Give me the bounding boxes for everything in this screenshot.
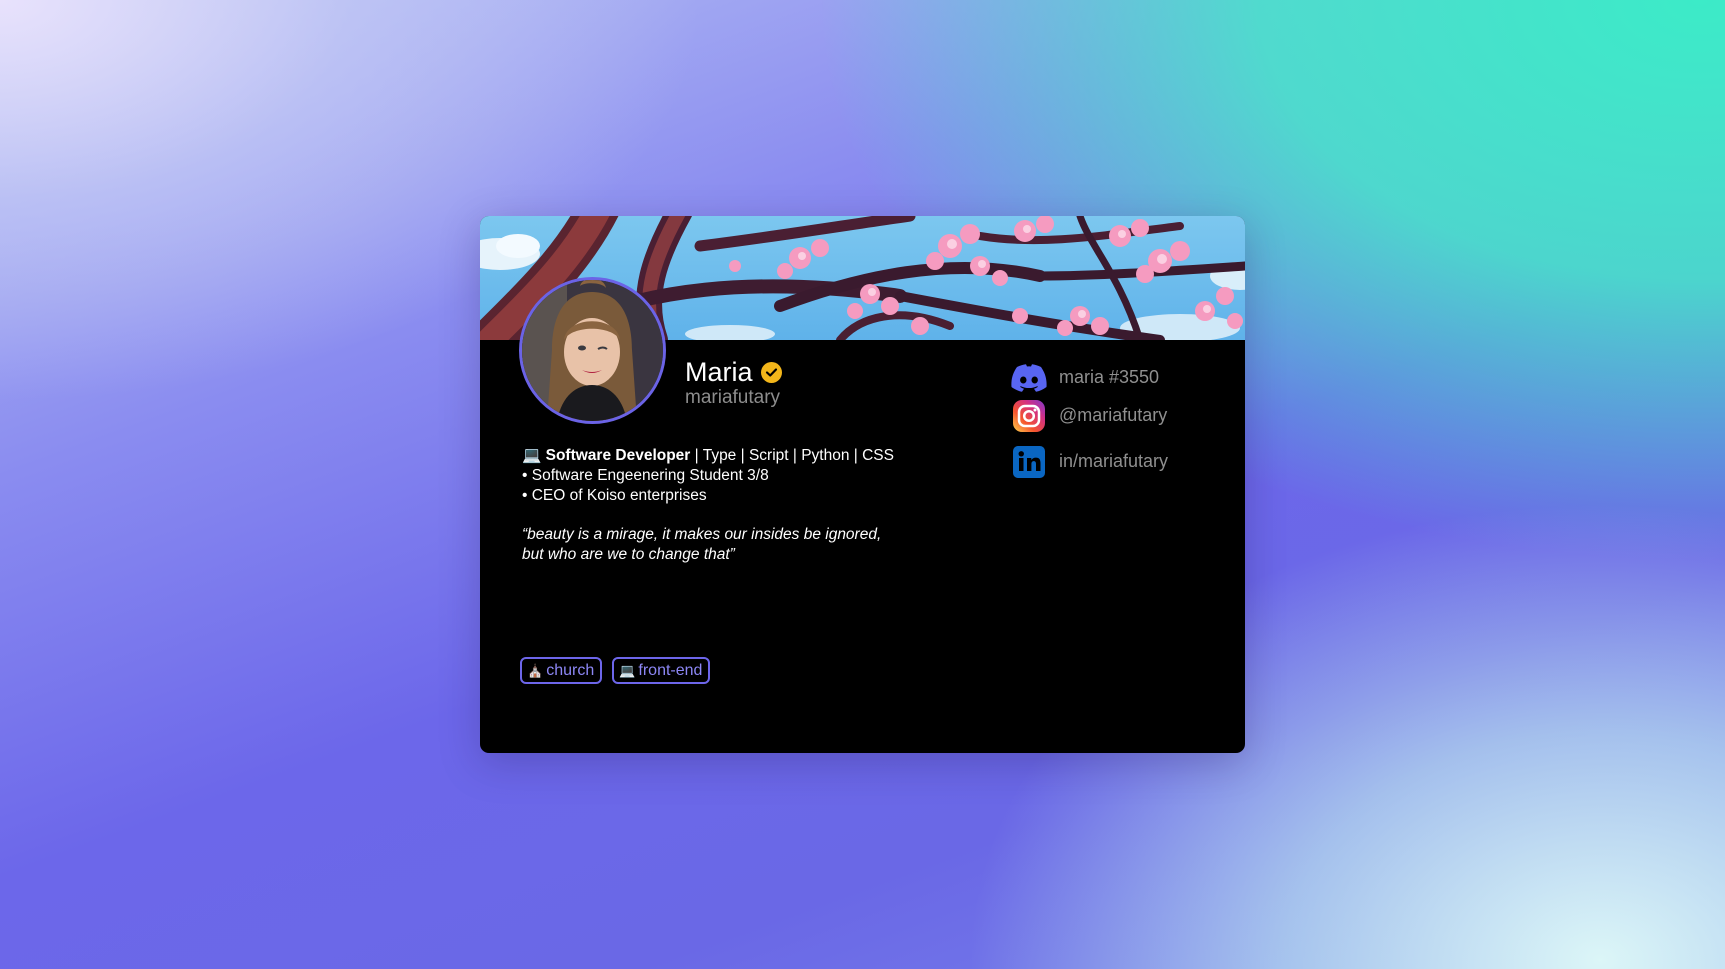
bio-line-1: 💻 Software Developer | Type | Script | P… <box>522 446 894 466</box>
laptop-icon: 💻 <box>522 447 542 464</box>
laptop-icon: 💻 <box>619 663 636 678</box>
tag-church[interactable]: ⛪ church <box>520 657 603 684</box>
bio-quote: “beauty is a mirage, it makes our inside… <box>522 525 894 565</box>
tag-front-end[interactable]: 💻 front-end <box>612 657 711 684</box>
display-name: Maria <box>685 357 753 387</box>
display-name-row: Maria <box>685 357 782 387</box>
name-block: Maria mariafutary <box>685 357 782 409</box>
tag-label: church <box>546 661 595 679</box>
social-link-discord[interactable]: maria #3550 <box>1011 359 1168 396</box>
discord-icon <box>1011 360 1047 396</box>
linkedin-handle: in/mariafutary <box>1059 451 1169 471</box>
tag-label: front-end <box>638 661 703 679</box>
verified-badge-icon <box>760 361 782 383</box>
discord-handle: maria #3550 <box>1059 367 1160 387</box>
social-links: maria #3550 @mariafutary in/mariafutary <box>1011 359 1168 481</box>
avatar[interactable] <box>519 277 666 424</box>
bio: 💻 Software Developer | Type | Script | P… <box>522 446 894 565</box>
username: mariafutary <box>685 387 781 408</box>
social-link-instagram[interactable]: @mariafutary <box>1011 397 1168 434</box>
bio-quote-line-1: “beauty is a mirage, it makes our inside… <box>522 526 882 544</box>
church-icon: ⛪ <box>527 663 544 678</box>
bio-line-2: • Software Engeenering Student 3/8 <box>522 466 769 484</box>
instagram-handle: @mariafutary <box>1059 405 1168 425</box>
bio-role: Software Developer <box>545 447 691 464</box>
bio-skills: | Type | Script | Python | CSS <box>690 447 894 464</box>
bio-quote-line-2: but who are we to change that” <box>522 546 735 564</box>
bio-line-3: • CEO of Koiso enterprises <box>522 486 707 504</box>
profile-card: Maria mariafutary 💻 Software Developer |… <box>480 216 1245 753</box>
social-link-linkedin[interactable]: in/mariafutary <box>1011 443 1168 480</box>
tags: ⛪ church 💻 front-end <box>520 657 711 684</box>
avatar-photo <box>522 280 663 421</box>
instagram-icon <box>1011 398 1047 434</box>
linkedin-icon <box>1011 444 1047 480</box>
